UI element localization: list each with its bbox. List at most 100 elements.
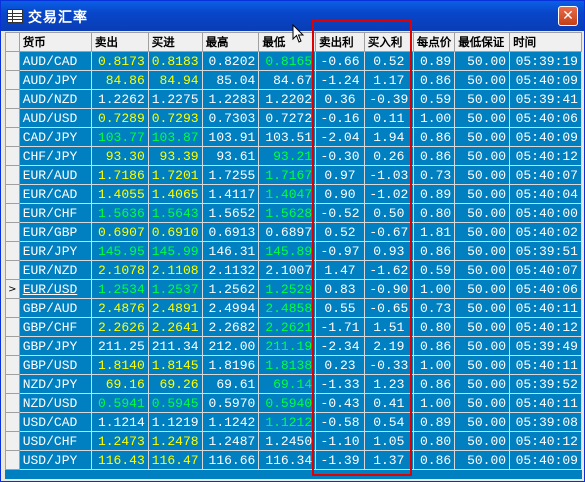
col-header-high[interactable]: 最高 (201, 32, 260, 52)
table-row[interactable]: EUR/NZD 2.1078 2.1108 2.1132 2.1007 1.47 -1.62… (5, 260, 582, 280)
low-cell: 2.2621 (258, 317, 317, 337)
buy-interest-cell: 0.54 (363, 412, 414, 432)
low-cell: 1.8138 (258, 355, 317, 375)
bid-cell: 0.8173 (90, 51, 149, 71)
high-cell: 1.2562 (201, 279, 260, 299)
table-row[interactable]: NZD/USD 0.5941 0.5945 0.5970 0.5940 -0.43 0.41… (5, 393, 582, 413)
col-header-ask[interactable]: 买进 (147, 32, 203, 52)
col-header-buy-interest[interactable]: 买入利 (363, 32, 414, 52)
buy-interest-cell: 0.26 (363, 146, 414, 166)
ask-cell: 93.39 (147, 146, 203, 166)
low-cell: 0.8165 (258, 51, 317, 71)
table-row[interactable]: CHF/JPY 93.30 93.39 93.61 93.21 -0.30 0.26 0.86… (5, 146, 582, 166)
high-cell: 1.8196 (201, 355, 260, 375)
point-value-cell: 1.81 (412, 222, 456, 242)
table-row[interactable]: > EUR/USD 1.2534 1.2537 1.2562 1.2529 0.83 -0.9… (5, 279, 582, 299)
table-row[interactable]: GBP/AUD 2.4876 2.4891 2.4994 2.4858 0.55 -0.65… (5, 298, 582, 318)
time-cell: 05:39:41 (509, 89, 582, 109)
table-row[interactable]: CAD/JPY 103.77 103.87 103.91 103.51 -2.04 1.94… (5, 127, 582, 147)
min-margin-cell: 50.00 (454, 165, 511, 185)
table-row[interactable]: GBP/USD 1.8140 1.8145 1.8196 1.8138 0.23 -0.33… (5, 355, 582, 375)
high-cell: 146.31 (201, 241, 260, 261)
table-row[interactable]: AUD/USD 0.7289 0.7293 0.7303 0.7272 -0.16 0.11… (5, 108, 582, 128)
min-margin-cell: 50.00 (454, 374, 511, 394)
buy-interest-cell: 0.11 (363, 108, 414, 128)
currency-cell: EUR/GBP (18, 222, 92, 242)
row-indicator[interactable] (5, 51, 20, 71)
row-indicator[interactable] (5, 70, 20, 90)
table-row[interactable]: GBP/JPY 211.25 211.34 212.00 211.19 -2.34 2.19… (5, 336, 582, 356)
table-row[interactable]: USD/JPY 116.43 116.47 116.66 116.34 -1.39 1.37… (5, 450, 582, 470)
row-indicator[interactable] (5, 165, 20, 185)
table-row[interactable]: AUD/NZD 1.2262 1.2275 1.2283 1.2202 0.36 -0.39… (5, 89, 582, 109)
min-margin-cell: 50.00 (454, 450, 511, 470)
row-indicator[interactable] (5, 146, 20, 166)
buy-interest-cell: -1.03 (363, 165, 414, 185)
table-row[interactable]: EUR/CAD 1.4055 1.4065 1.4117 1.4047 0.90 -1.02… (5, 184, 582, 204)
table-row[interactable]: AUD/JPY 84.86 84.94 85.04 84.67 -1.24 1.17 0.86… (5, 70, 582, 90)
row-indicator[interactable] (5, 203, 20, 223)
row-indicator[interactable] (5, 127, 20, 147)
row-indicator[interactable] (5, 393, 20, 413)
row-indicator[interactable] (5, 241, 20, 261)
low-cell: 2.4858 (258, 298, 317, 318)
point-value-cell: 0.80 (412, 317, 456, 337)
row-indicator[interactable] (5, 336, 20, 356)
row-indicator[interactable] (5, 450, 20, 470)
sell-interest-cell: 0.83 (315, 279, 365, 299)
sell-interest-cell: -0.52 (315, 203, 365, 223)
row-indicator[interactable] (5, 374, 20, 394)
close-button[interactable]: ✕ (558, 6, 578, 26)
row-indicator[interactable] (5, 108, 20, 128)
currency-cell: AUD/CAD (18, 51, 92, 71)
col-header-point-value[interactable]: 每点价 (412, 32, 456, 52)
row-indicator[interactable] (5, 317, 20, 337)
window-title: 交易汇率 (28, 10, 88, 26)
ask-cell: 1.8145 (147, 355, 203, 375)
table-row[interactable]: EUR/CHF 1.5636 1.5643 1.5652 1.5628 -0.52 0.50… (5, 203, 582, 223)
col-header-currency[interactable]: 货币 (18, 32, 92, 52)
bid-cell: 0.6907 (90, 222, 149, 242)
sell-interest-cell: 0.55 (315, 298, 365, 318)
point-value-cell: 1.00 (412, 355, 456, 375)
col-header-low[interactable]: 最低 (258, 32, 317, 52)
sell-interest-cell: 0.52 (315, 222, 365, 242)
sell-interest-cell: -1.39 (315, 450, 365, 470)
col-header-time[interactable]: 时间 (509, 32, 582, 52)
time-cell: 05:39:51 (509, 241, 582, 261)
ask-cell: 211.34 (147, 336, 203, 356)
row-indicator[interactable] (5, 431, 20, 451)
sell-interest-cell: 0.97 (315, 165, 365, 185)
sell-interest-cell: -0.97 (315, 241, 365, 261)
table-row[interactable]: USD/CAD 1.1214 1.1219 1.1242 1.1212 -0.58 0.54… (5, 412, 582, 432)
row-indicator[interactable] (5, 355, 20, 375)
row-indicator[interactable] (5, 222, 20, 242)
table-row[interactable]: AUD/CAD 0.8173 0.8183 0.8202 0.8165 -0.66 0.52… (5, 51, 582, 71)
buy-interest-cell: 1.23 (363, 374, 414, 394)
col-header-bid[interactable]: 卖出 (90, 32, 149, 52)
min-margin-cell: 50.00 (454, 431, 511, 451)
table-row[interactable]: NZD/JPY 69.16 69.26 69.61 69.14 -1.33 1.23 0.86… (5, 374, 582, 394)
time-cell: 05:40:12 (509, 317, 582, 337)
table-row[interactable]: EUR/AUD 1.7186 1.7201 1.7255 1.7167 0.97 -1.03… (5, 165, 582, 185)
time-cell: 05:39:08 (509, 412, 582, 432)
table-row[interactable]: EUR/GBP 0.6907 0.6910 0.6913 0.6897 0.52 -0.67… (5, 222, 582, 242)
low-cell: 145.89 (258, 241, 317, 261)
table-row[interactable]: GBP/CHF 2.2626 2.2641 2.2682 2.2621 -1.71 1.51… (5, 317, 582, 337)
table-row[interactable]: EUR/JPY 145.95 145.99 146.31 145.89 -0.97 0.93… (5, 241, 582, 261)
row-indicator[interactable]: > (5, 279, 20, 299)
col-header-sell-interest[interactable]: 卖出利 (315, 32, 365, 52)
row-indicator[interactable] (5, 89, 20, 109)
row-indicator[interactable] (5, 184, 20, 204)
rates-grid[interactable]: 货币 卖出 买进 最高 最低 卖出利 买入利 每点价 最低保证 时间 AUD/C… (5, 32, 582, 479)
ask-cell: 2.1108 (147, 260, 203, 280)
currency-cell: CAD/JPY (18, 127, 92, 147)
high-cell: 2.4994 (201, 298, 260, 318)
row-indicator[interactable] (5, 260, 20, 280)
row-indicator[interactable] (5, 298, 20, 318)
time-cell: 05:40:11 (509, 355, 582, 375)
table-row[interactable]: USD/CHF 1.2473 1.2478 1.2487 1.2450 -1.10 1.05… (5, 431, 582, 451)
col-header-min-margin[interactable]: 最低保证 (454, 32, 511, 52)
row-indicator[interactable] (5, 412, 20, 432)
currency-cell: EUR/NZD (18, 260, 92, 280)
